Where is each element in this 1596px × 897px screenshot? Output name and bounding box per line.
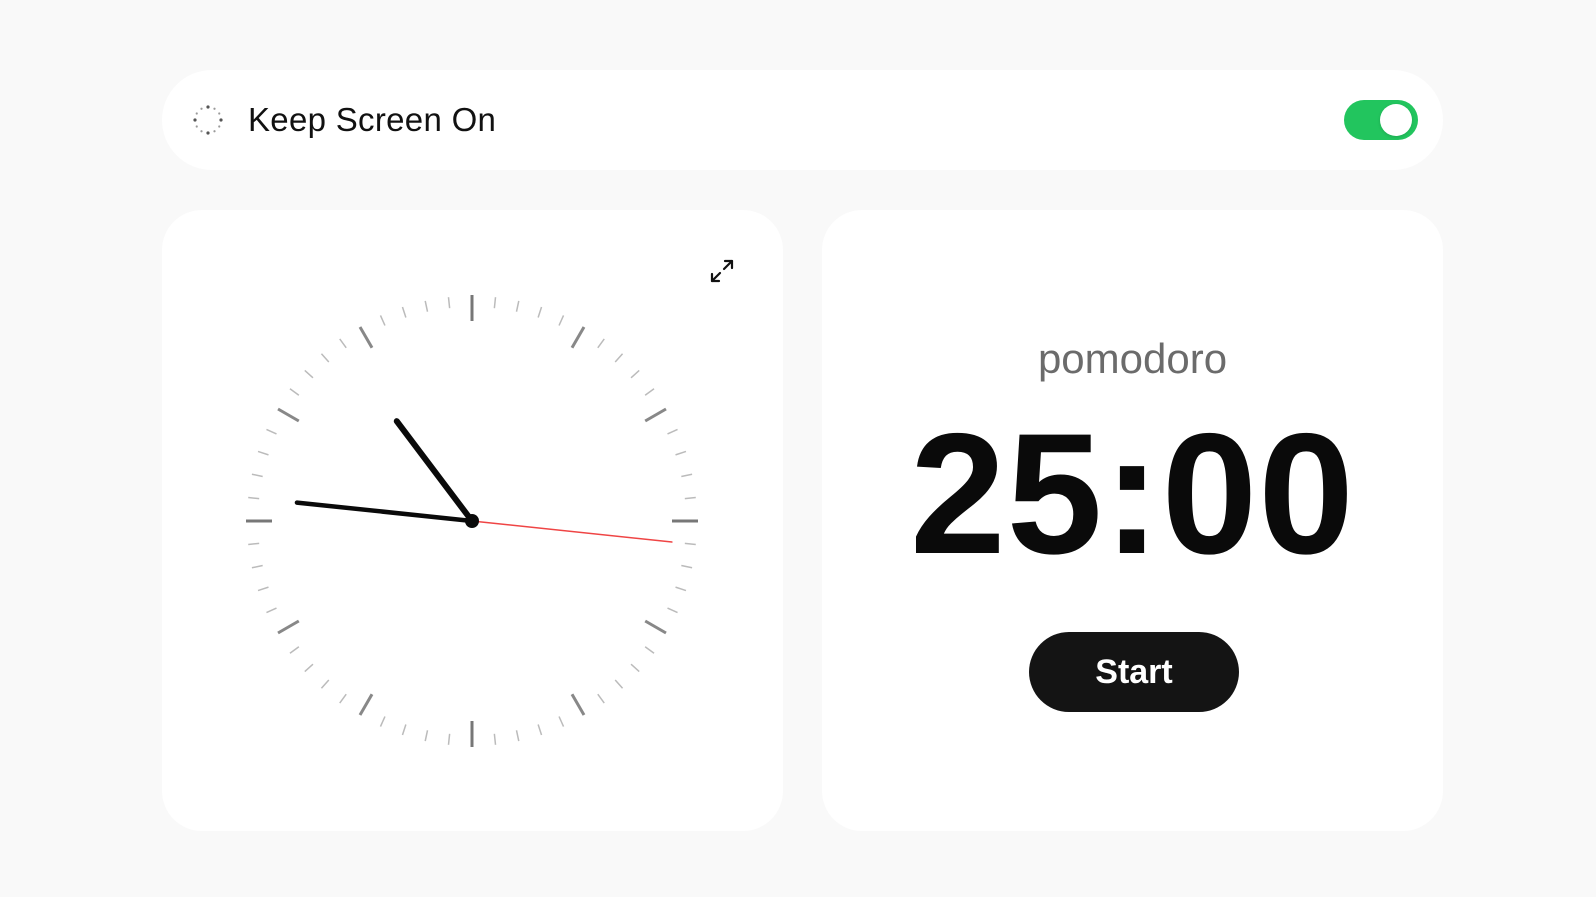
clock-tick: [667, 428, 678, 435]
clock-tick: [681, 564, 693, 569]
clock-tick: [614, 679, 624, 689]
clock-tick: [251, 473, 263, 478]
clock-tick: [630, 369, 640, 379]
clock-tick: [251, 564, 263, 569]
clock-tick: [493, 733, 497, 745]
clock-tick: [401, 724, 407, 736]
clock-tick: [289, 388, 300, 396]
keep-screen-toggle[interactable]: [1344, 100, 1418, 140]
pomodoro-time: 25:00: [910, 398, 1355, 590]
clock-tick: [597, 693, 605, 704]
clock-tick: [339, 693, 347, 704]
clock-tick: [675, 586, 687, 592]
clock-tick: [667, 607, 678, 614]
clock-tick: [339, 338, 347, 349]
clock-tick: [320, 679, 330, 689]
clock-tick: [277, 407, 300, 423]
clock-tick: [644, 388, 655, 396]
clock-tick: [257, 450, 269, 456]
clock-tick: [379, 315, 386, 326]
clock-tick: [248, 496, 260, 500]
expand-icon[interactable]: [708, 257, 736, 285]
clock-tick: [320, 353, 330, 363]
clock-tick: [630, 663, 640, 673]
keep-screen-label: Keep Screen On: [248, 101, 497, 138]
clock-tick: [493, 297, 497, 309]
clock-tick: [537, 724, 543, 736]
clock-tick: [684, 496, 696, 500]
sun-icon: [193, 105, 223, 135]
clock-tick: [537, 306, 543, 318]
clock-tick: [597, 338, 605, 349]
clock-tick: [515, 730, 520, 742]
clock-tick: [277, 619, 300, 635]
start-button[interactable]: Start: [1029, 632, 1239, 712]
clock-tick: [558, 716, 565, 727]
minute-hand: [294, 500, 475, 524]
clock-tick: [424, 730, 429, 742]
clock-tick: [570, 693, 586, 716]
clock-tick: [675, 450, 687, 456]
clock-tick: [424, 300, 429, 312]
clock-tick: [644, 646, 655, 654]
clock-tick: [558, 315, 565, 326]
clock-tick: [266, 428, 277, 435]
clock-tick: [257, 586, 269, 592]
clock-tick: [684, 542, 696, 546]
clock-tick: [681, 473, 693, 478]
clock-tick: [379, 716, 386, 727]
clock-tick: [570, 326, 586, 349]
clock-tick: [401, 306, 407, 318]
clock-tick: [289, 646, 300, 654]
hour-hand: [393, 418, 475, 524]
clock-tick: [644, 619, 667, 635]
clock-tick: [515, 300, 520, 312]
clock-tick: [304, 663, 314, 673]
analog-clock: [246, 295, 698, 747]
clock-tick: [614, 353, 624, 363]
clock-tick: [447, 297, 451, 309]
clock-tick: [644, 407, 667, 423]
clock-tick: [358, 693, 374, 716]
pomodoro-label: pomodoro: [1037, 335, 1228, 382]
second-hand: [471, 520, 673, 543]
clock-tick: [266, 607, 277, 614]
toggle-knob: [1380, 104, 1412, 136]
clock-tick: [358, 326, 374, 349]
clock-tick: [447, 733, 451, 745]
clock-tick: [304, 369, 314, 379]
clock-center: [465, 514, 479, 528]
clock-tick: [248, 542, 260, 546]
